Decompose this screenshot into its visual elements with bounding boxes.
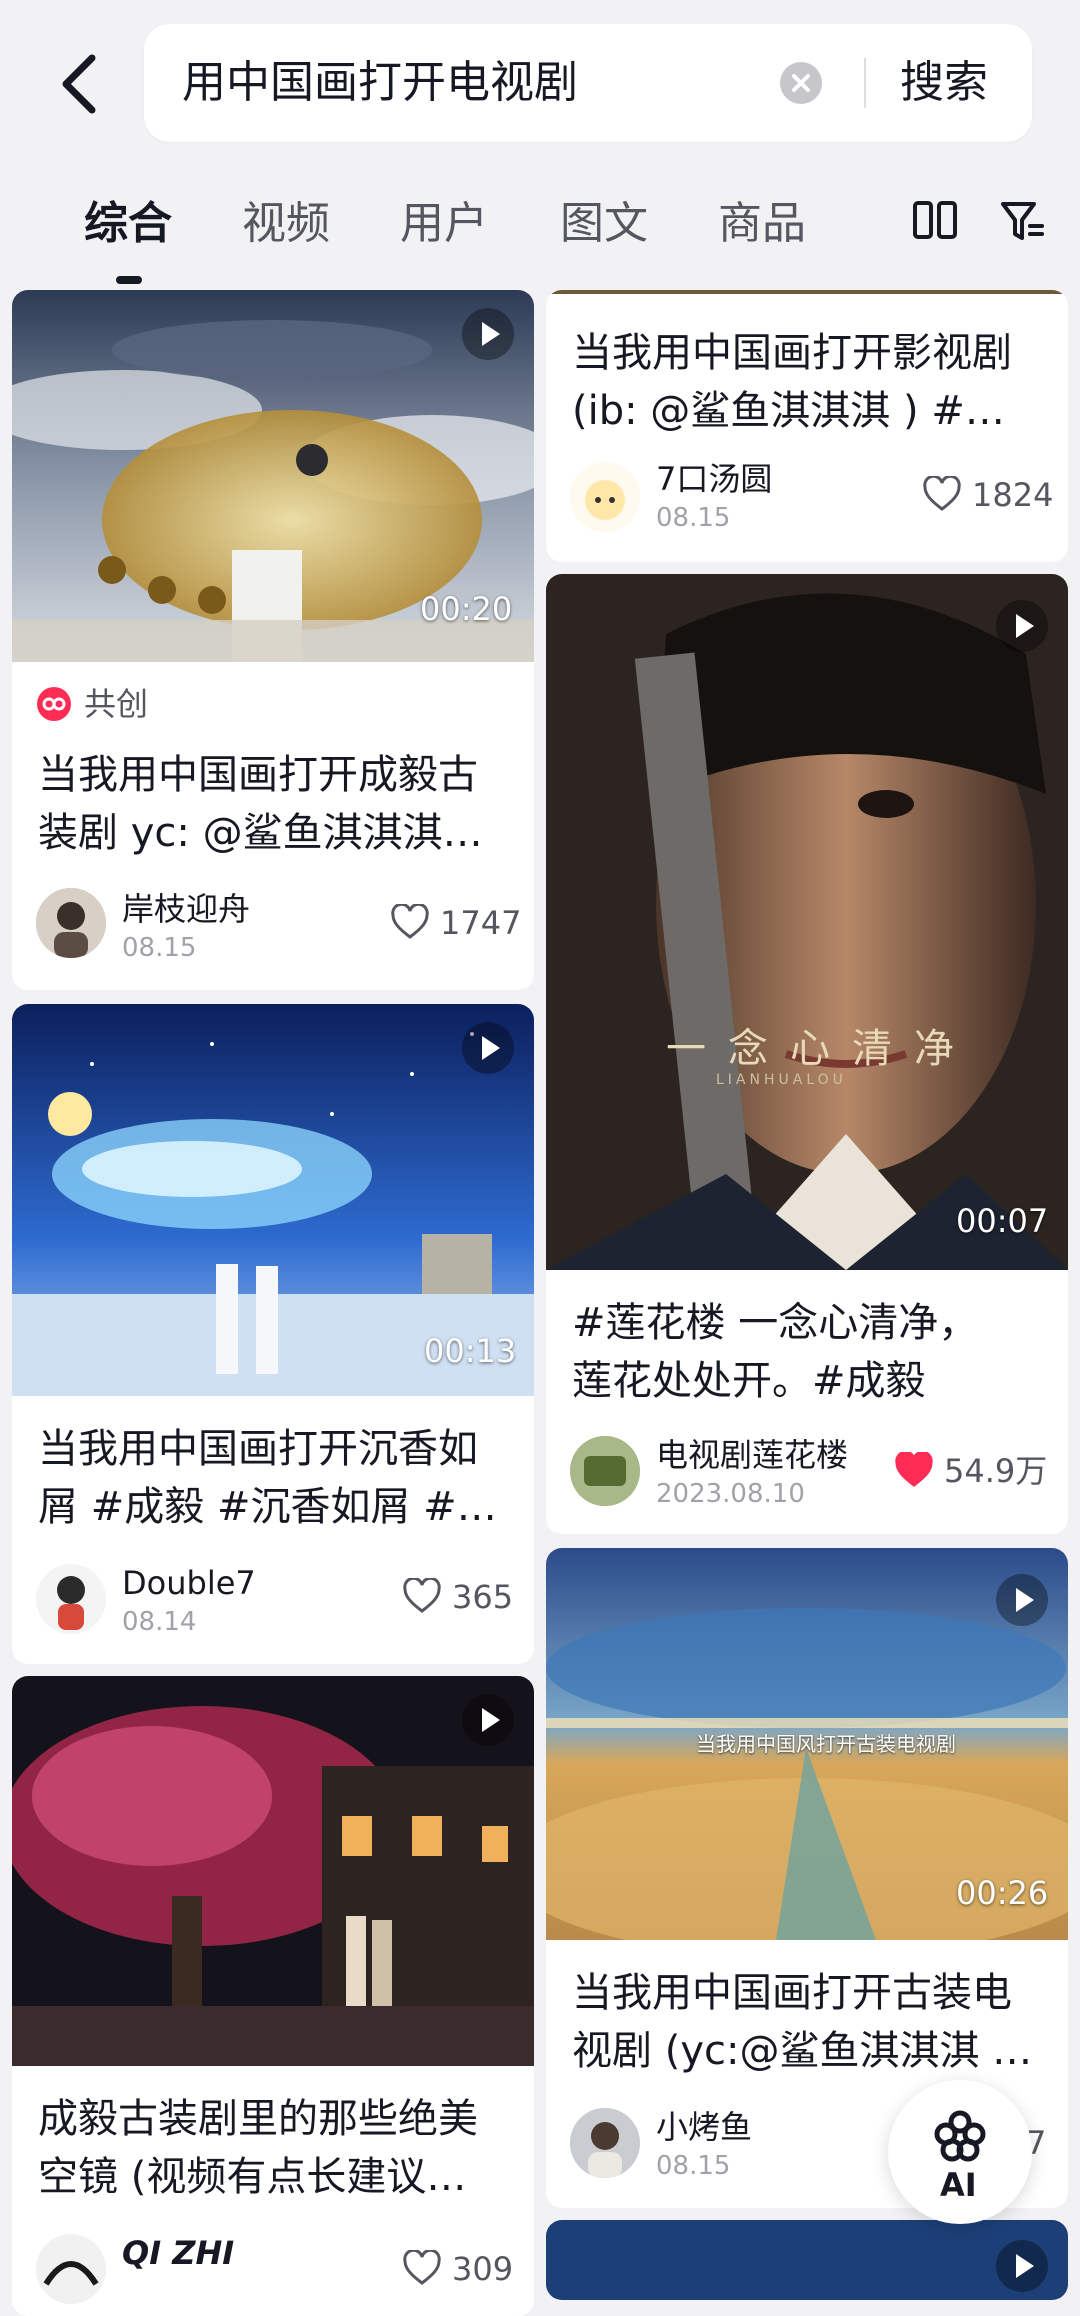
heart-icon[interactable] [922,476,962,512]
title-line: 屑 #成毅 #沉香如屑 #… [38,1484,497,1530]
title-line: (ib: @鲨鱼淇淇淇 ) #… [572,388,1005,434]
title-line: 当我用中国画打开成毅古 [38,752,478,798]
video-duration: 00:20 [420,590,513,628]
author-name[interactable]: 小烤鱼 [656,2108,752,2146]
avatar[interactable] [570,462,640,532]
tab-goods[interactable]: 商品 [718,194,806,254]
avatar[interactable] [570,1436,640,1506]
avatar[interactable] [36,2234,106,2304]
video-card[interactable]: 00:13 当我用中国画打开沉香如 屑 #成毅 #沉香如屑 #… Double7… [12,1004,534,1664]
like-count: 309 [452,2250,514,2288]
thumbnail-edge [546,290,1068,294]
heart-icon[interactable] [390,904,430,940]
filter-icon[interactable] [1000,200,1044,244]
like-count: 54.9万 [944,1452,1048,1490]
active-tab-indicator [116,276,142,284]
video-card[interactable]: 一念心清净 LIANHUALOU 00:07 #莲花楼 一念心清净， 莲花处处开… [546,574,1068,1534]
play-icon [996,2240,1048,2292]
search-box[interactable]: 用中国画打开电视剧 搜索 [144,24,1032,142]
avatar-image [570,2108,640,2178]
ai-assistant-button[interactable]: AI [888,2080,1032,2224]
video-title: 当我用中国画打开成毅古 装剧 yc: @鲨鱼淇淇淇… [38,746,510,862]
avatar-image [36,888,106,958]
tab-video[interactable]: 视频 [242,194,330,254]
top-bar: 用中国画打开电视剧 搜索 [0,0,1080,180]
video-card[interactable]: 00:20 共创 当我用中国画打开成毅古 装剧 yc: @鲨鱼淇淇淇… 岸枝迎舟… [12,290,534,990]
ai-button-label: AI [940,2166,977,2204]
video-title: #莲花楼 一念心清净， 莲花处处开。#成毅 [572,1294,1044,1410]
video-overlay-subtitle: LIANHUALOU [716,1072,847,1088]
video-title: 当我用中国画打开古装电 视剧 (yc:@鲨鱼淇淇淇 … [572,1964,1044,2080]
video-overlay-text: 当我用中国风打开古装电视剧 [696,1732,956,1756]
tab-image-text[interactable]: 图文 [560,194,648,254]
clear-search-button[interactable] [780,62,822,104]
title-line: 当我用中国画打开古装电 [572,1970,1012,2016]
heart-icon[interactable] [402,1578,442,1614]
video-duration: 00:26 [956,1874,1049,1912]
video-overlay-text: 一念心清净 [666,1026,976,1072]
post-date: 08.15 [656,503,731,533]
like-count: 1824 [972,476,1054,514]
tab-fade [868,200,898,252]
title-line: 当我用中国画打开沉香如 [38,1426,478,1472]
like-count: 1747 [440,904,522,942]
play-icon [462,1022,514,1074]
ai-flower-icon [934,2110,986,2162]
avatar-image [570,1436,640,1506]
avatar-image [36,1564,106,1634]
video-title: 当我用中国画打开沉香如 屑 #成毅 #沉香如屑 #… [38,1420,510,1536]
author-name[interactable]: 电视剧莲花楼 [656,1436,848,1474]
author-name[interactable]: 岸枝迎舟 [122,890,250,928]
video-duration: 00:13 [424,1332,517,1370]
avatar-image [570,462,640,532]
play-icon [996,1574,1048,1626]
search-button[interactable]: 搜索 [900,56,988,110]
title-line: 装剧 yc: @鲨鱼淇淇淇… [38,810,483,856]
post-date: 08.15 [122,933,197,963]
video-title: 当我用中国画打开影视剧 (ib: @鲨鱼淇淇淇 ) #… [572,324,1044,440]
back-arrow-icon [62,54,96,114]
video-thumbnail [546,574,1068,1270]
video-duration: 00:07 [956,1202,1049,1240]
video-card[interactable] [546,2220,1068,2300]
tab-user[interactable]: 用户 [400,194,488,254]
title-line: 视剧 (yc:@鲨鱼淇淇淇 … [572,2028,1033,2074]
video-thumbnail [12,1676,534,2066]
divider [864,58,866,108]
title-line: #莲花楼 一念心清净， [572,1300,979,1346]
post-date: 2023.08.10 [656,1479,805,1509]
avatar[interactable] [36,888,106,958]
post-date: 08.15 [656,2151,731,2181]
avatar[interactable] [570,2108,640,2178]
play-icon [462,308,514,360]
play-icon [462,1694,514,1746]
author-name[interactable]: QI ZHI [122,2234,234,2272]
close-icon [792,74,810,92]
avatar-image [36,2234,106,2304]
co-create-icon [37,687,71,721]
title-line: 成毅古装剧里的那些绝美 [38,2096,478,2142]
video-title: 成毅古装剧里的那些绝美 空镜 (视频有点长建议… [38,2090,510,2206]
author-name[interactable]: Double7 [122,1564,256,1602]
video-card[interactable]: 成毅古装剧里的那些绝美 空镜 (视频有点长建议… QI ZHI 309 [12,1676,534,2316]
co-create-tag: 共创 [84,685,149,723]
title-line: 空镜 (视频有点长建议… [38,2154,467,2200]
heart-icon[interactable] [894,1452,934,1488]
title-line: 当我用中国画打开影视剧 [572,330,1012,376]
title-line: 莲花处处开。#成毅 [572,1358,926,1404]
author-name[interactable]: 7口汤圆 [656,460,772,498]
post-date: 08.14 [122,1607,197,1637]
heart-icon[interactable] [402,2250,442,2286]
avatar[interactable] [36,1564,106,1634]
like-count: 365 [452,1578,514,1616]
play-icon [996,600,1048,652]
video-card[interactable]: 当我用中国画打开影视剧 (ib: @鲨鱼淇淇淇 ) #… 7口汤圆 08.15 … [546,290,1068,562]
layout-toggle-icon[interactable] [912,200,958,240]
tab-comprehensive[interactable]: 综合 [84,194,172,254]
back-button[interactable] [52,48,112,120]
search-input[interactable]: 用中国画打开电视剧 [182,56,578,110]
